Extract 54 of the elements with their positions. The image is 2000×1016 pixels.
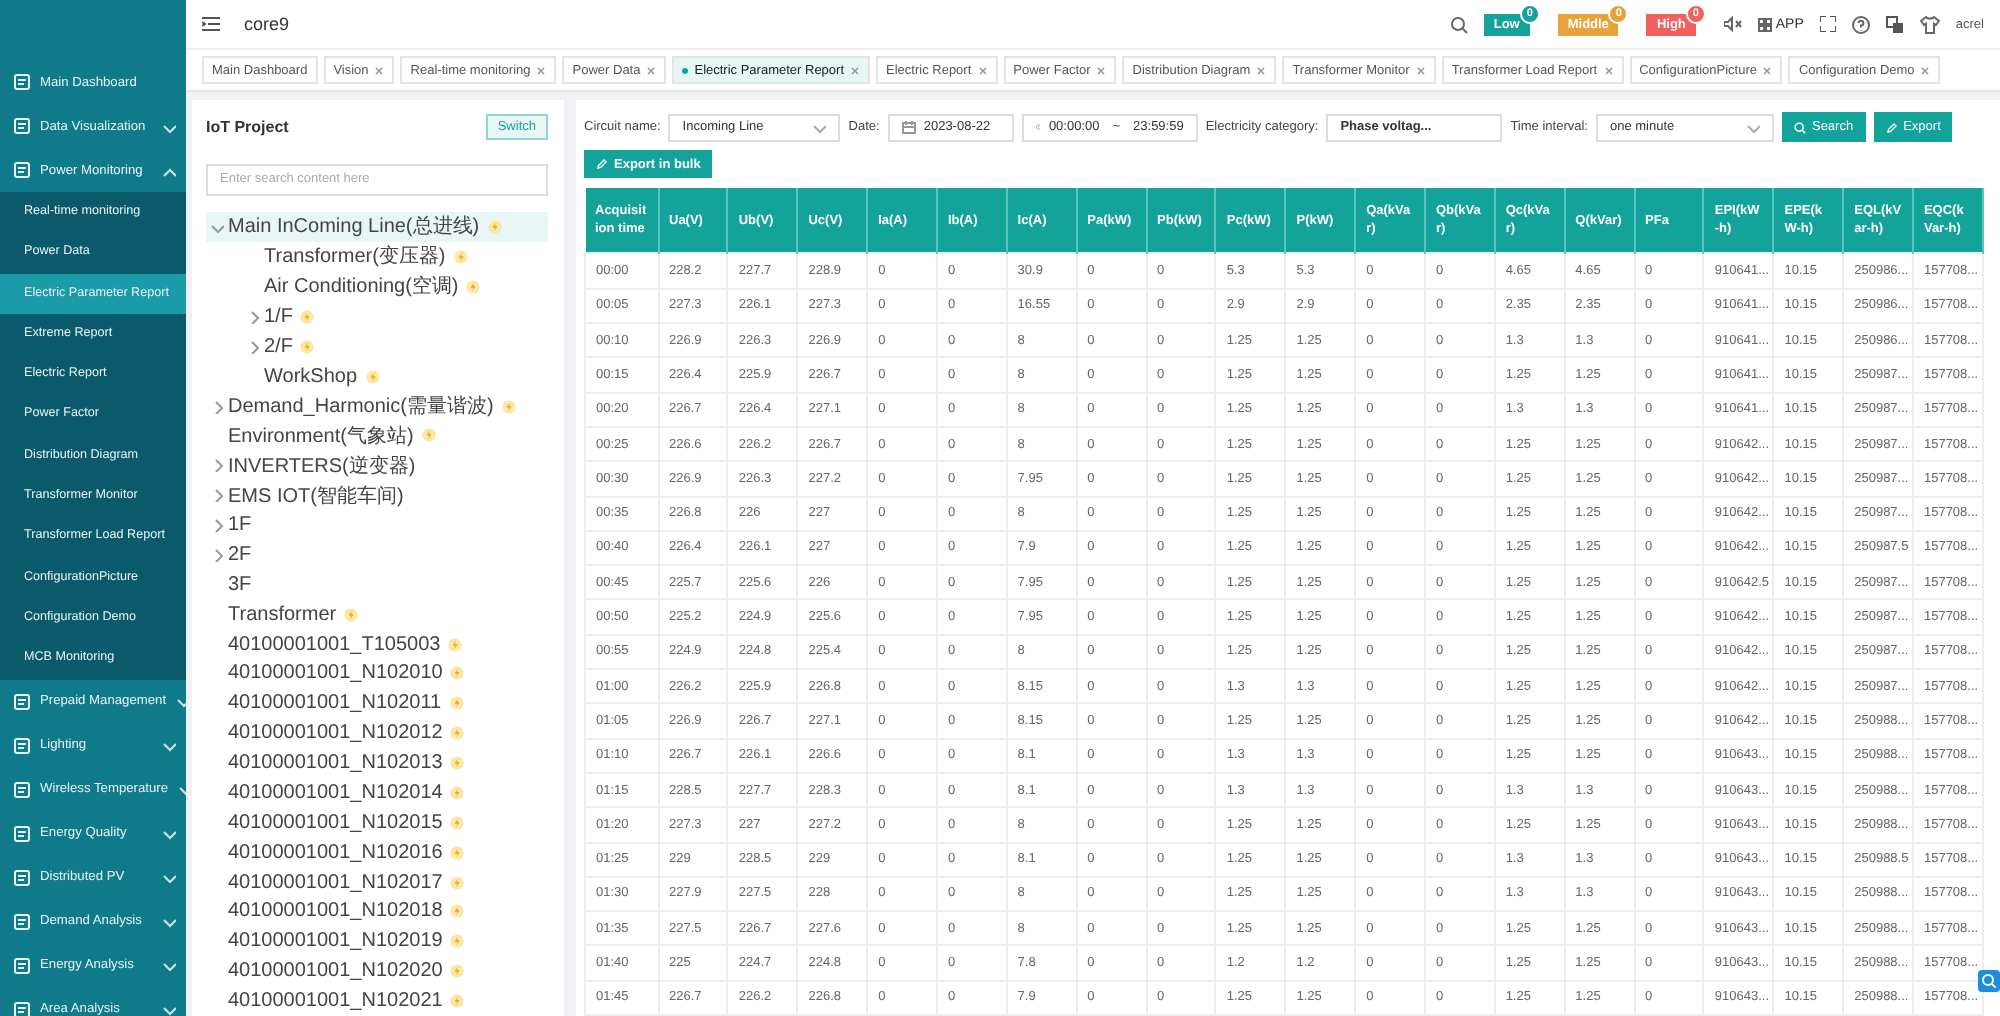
search-icon [1793, 121, 1806, 134]
tree-node[interactable]: 40100001001_N102012 [206, 718, 548, 749]
menu-icon [14, 913, 30, 930]
tree-node[interactable]: 40100001001_N102019 [206, 926, 548, 957]
tree-node[interactable]: Environment(气象站) [206, 421, 548, 451]
menu-toggle-icon [202, 16, 220, 32]
tree-node[interactable]: 1F [206, 510, 548, 540]
menu-icon [14, 162, 30, 178]
tree-node[interactable]: Air Conditioning(空调) [242, 271, 548, 302]
tree-node[interactable]: 40100001001_N102015 [206, 807, 548, 838]
tree-node[interactable]: 3F [206, 569, 548, 600]
tree-node[interactable]: 40100001001_N102016 [206, 837, 548, 868]
tree-node[interactable]: 40100001001_N102017 [206, 867, 548, 897]
dot-icon [682, 67, 689, 73]
tree-node[interactable]: 1/F [242, 301, 548, 332]
tree-node[interactable]: 40100001001_N102018 [206, 897, 548, 927]
menu-icon [14, 118, 30, 134]
app-title: core9 [244, 14, 292, 34]
tree-node[interactable]: Transformer(变压器) [242, 241, 548, 272]
tree-node[interactable]: 40100001001_N102013 [206, 748, 548, 778]
shirt-icon [1919, 15, 1940, 33]
caret-icon [812, 120, 827, 135]
menu-icon [14, 957, 30, 974]
menu-icon [14, 74, 30, 90]
mute-icon [1723, 16, 1742, 32]
menu-icon [14, 693, 30, 710]
tree-node[interactable]: 2/F [242, 331, 548, 362]
tree-node[interactable]: INVERTERS(逆变器) [206, 450, 548, 481]
tree-node[interactable]: EMS IOT(智能车间) [206, 480, 548, 511]
caret-icon [1745, 120, 1760, 135]
tree-node[interactable]: Transformer [206, 599, 548, 630]
tree-node[interactable]: 2F [206, 540, 548, 570]
tree-node[interactable]: 40100001001_N102020 [206, 956, 548, 987]
tree-node[interactable]: 40100001001_N102010 [206, 659, 548, 689]
menu-icon [14, 1001, 30, 1016]
grid-icon [1757, 17, 1772, 31]
tree-node[interactable]: 40100001001_N102021 [206, 986, 548, 1016]
pencil-icon [1885, 121, 1898, 134]
menu-icon [14, 781, 30, 798]
help-icon [1851, 15, 1870, 33]
tree-node[interactable]: Main InComing Line(总进线) [206, 211, 548, 242]
tree-node[interactable]: WorkShop [242, 361, 548, 392]
calendar-icon [901, 120, 916, 135]
search-icon [1449, 15, 1468, 33]
tree-node[interactable]: 40100001001_N102014 [206, 778, 548, 808]
menu-icon [14, 869, 30, 886]
fullscreen-icon [1819, 16, 1836, 32]
panel-title: IoT Project [206, 118, 289, 137]
tree-node[interactable]: 40100001001_T105003 [206, 629, 548, 659]
tree-node[interactable]: 40100001001_N102011 [206, 688, 548, 719]
pencil-icon [596, 158, 608, 171]
menu-icon [14, 737, 30, 754]
tree-node[interactable]: Demand_Harmonic(需量谐波) [206, 391, 548, 421]
menu-icon [14, 825, 30, 842]
